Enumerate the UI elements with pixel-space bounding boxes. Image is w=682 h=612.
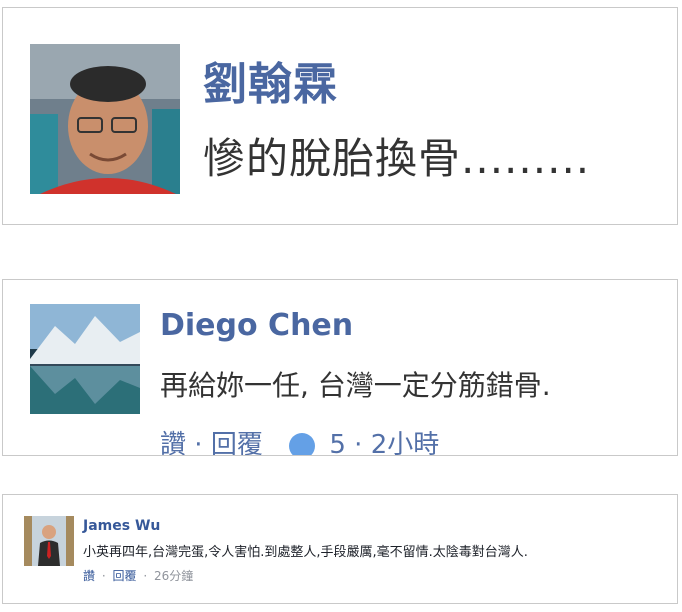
reply-link[interactable]: 回覆 xyxy=(211,430,263,455)
comment-actions: 讚 · 回覆 · 26分鐘 xyxy=(83,569,194,583)
like-count: 5 xyxy=(329,430,346,456)
like-reaction-icon[interactable] xyxy=(289,432,316,455)
commenter-name[interactable]: 劉翰霖 xyxy=(203,48,338,112)
comment-text: 慘的脫胎換骨......... xyxy=(203,134,591,183)
avatar[interactable] xyxy=(30,304,140,414)
reply-link[interactable]: 回覆 xyxy=(113,569,137,583)
commenter-name[interactable]: Diego Chen xyxy=(160,308,353,343)
timestamp[interactable]: 2小時 xyxy=(371,430,440,455)
comment-card: James Wu 小英再四年,台灣完蛋,令人害怕.到處整人,手段嚴厲,毫不留情.… xyxy=(2,494,678,604)
comment-text: 小英再四年,台灣完蛋,令人害怕.到處整人,手段嚴厲,毫不留情.太陰毒對台灣人. xyxy=(83,545,528,560)
comment-card: 劉翰霖 慘的脫胎換骨......... xyxy=(2,7,678,225)
like-link[interactable]: 讚 xyxy=(160,430,186,455)
profile-photo xyxy=(30,304,140,414)
profile-photo xyxy=(24,516,74,566)
comment-text: 再給妳一任, 台灣一定分筋錯骨. xyxy=(160,369,551,402)
comment-actions: 讚 · 回覆 5 · 2小時 xyxy=(160,424,440,456)
timestamp[interactable]: 26分鐘 xyxy=(154,569,193,583)
like-link[interactable]: 讚 xyxy=(83,569,95,583)
profile-photo xyxy=(30,44,180,194)
avatar[interactable] xyxy=(30,44,180,194)
comment-card: Diego Chen 再給妳一任, 台灣一定分筋錯骨. 讚 · 回覆 5 · 2… xyxy=(2,279,678,456)
avatar[interactable] xyxy=(24,516,74,566)
commenter-name[interactable]: James Wu xyxy=(83,518,160,534)
